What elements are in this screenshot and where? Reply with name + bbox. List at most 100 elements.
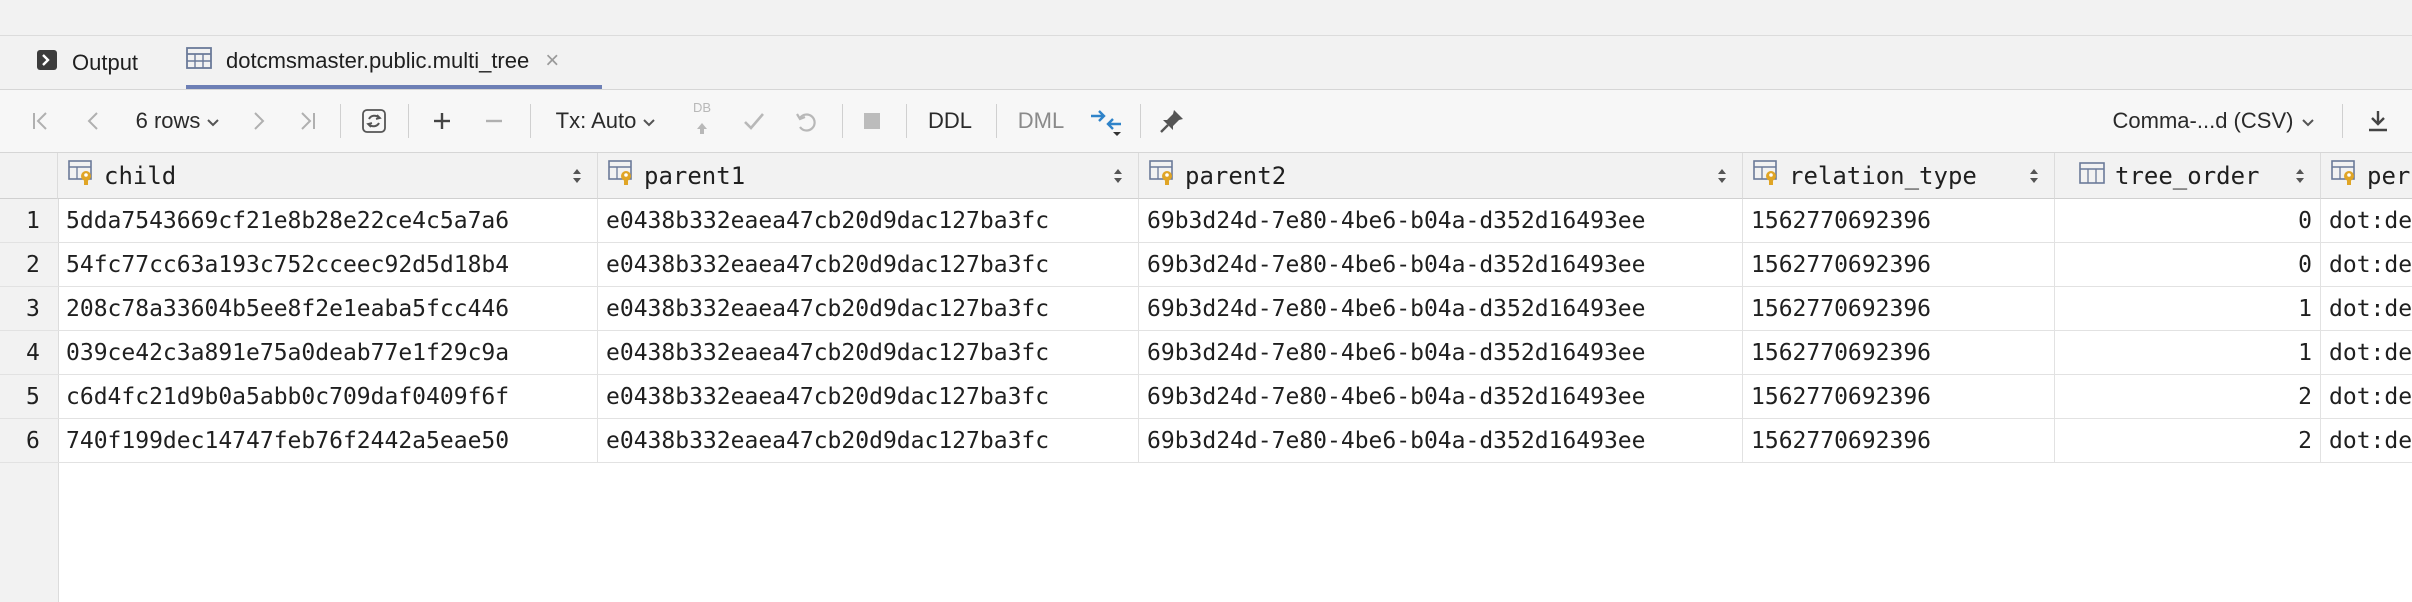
- export-format-dropdown[interactable]: Comma-...d (CSV): [2104, 90, 2324, 152]
- table-cell[interactable]: 2: [2055, 419, 2321, 463]
- foreign-key-column-icon: [608, 160, 638, 191]
- table-cell[interactable]: 69b3d24d-7e80-4be6-b04a-d352d16493ee: [1139, 331, 1743, 375]
- add-row-icon[interactable]: [424, 90, 460, 152]
- row-number[interactable]: 3: [0, 287, 58, 331]
- table-cell[interactable]: dot:de: [2321, 243, 2412, 287]
- table-cell[interactable]: e0438b332eaea47cb20d9dac127ba3fc: [598, 375, 1139, 419]
- table-cell[interactable]: 69b3d24d-7e80-4be6-b04a-d352d16493ee: [1139, 375, 1743, 419]
- transaction-mode-dropdown[interactable]: Tx: Auto: [550, 90, 662, 152]
- table-cell[interactable]: e0438b332eaea47cb20d9dac127ba3fc: [598, 419, 1139, 463]
- table-cell[interactable]: 69b3d24d-7e80-4be6-b04a-d352d16493ee: [1139, 419, 1743, 463]
- table-cell[interactable]: 208c78a33604b5ee8f2e1eaba5fcc446: [58, 287, 598, 331]
- compare-icon[interactable]: [1086, 90, 1126, 152]
- table-cell[interactable]: 0: [2055, 199, 2321, 243]
- divider: [906, 104, 907, 138]
- table-cell[interactable]: e0438b332eaea47cb20d9dac127ba3fc: [598, 243, 1139, 287]
- row-count-label: 6 rows: [135, 108, 201, 133]
- column-header-tree-order[interactable]: tree_order: [2055, 153, 2321, 199]
- table-cell[interactable]: 2: [2055, 375, 2321, 419]
- table-column-icon: [2079, 162, 2105, 189]
- ddl-button[interactable]: DDL: [920, 90, 980, 152]
- next-page-icon[interactable]: [244, 90, 274, 152]
- previous-page-icon[interactable]: [78, 90, 108, 152]
- column-header-label: parent2: [1185, 161, 1287, 190]
- dml-label: DML: [1017, 108, 1065, 133]
- sort-icon[interactable]: [1716, 167, 1728, 190]
- table-cell[interactable]: 1562770692396: [1743, 199, 2055, 243]
- table-cell[interactable]: 69b3d24d-7e80-4be6-b04a-d352d16493ee: [1139, 243, 1743, 287]
- table-cell[interactable]: e0438b332eaea47cb20d9dac127ba3fc: [598, 287, 1139, 331]
- table-cell[interactable]: 1: [2055, 331, 2321, 375]
- row-number[interactable]: 6: [0, 419, 58, 463]
- divider: [842, 104, 843, 138]
- window-top-strip: [0, 0, 2412, 36]
- sort-icon[interactable]: [2028, 167, 2040, 190]
- table-cell[interactable]: 1562770692396: [1743, 375, 2055, 419]
- column-header-label: per: [2367, 161, 2411, 190]
- stop-icon[interactable]: [854, 90, 890, 152]
- sort-icon[interactable]: [1112, 167, 1124, 190]
- divider: [408, 104, 409, 138]
- first-page-icon[interactable]: [26, 90, 56, 152]
- table-cell[interactable]: 1562770692396: [1743, 331, 2055, 375]
- table-cell[interactable]: 039ce42c3a891e75a0deab77e1f29c9a: [58, 331, 598, 375]
- table-cell[interactable]: 54fc77cc63a193c752cceec92d5d18b4: [58, 243, 598, 287]
- table-cell[interactable]: dot:de: [2321, 287, 2412, 331]
- tab-output[interactable]: Output: [36, 36, 138, 89]
- table-cell[interactable]: dot:de: [2321, 419, 2412, 463]
- rollback-icon[interactable]: [788, 90, 824, 152]
- table-cell[interactable]: 1562770692396: [1743, 419, 2055, 463]
- table-cell[interactable]: 5dda7543669cf21e8b28e22ce4c5a7a6: [58, 199, 598, 243]
- table-cell[interactable]: 69b3d24d-7e80-4be6-b04a-d352d16493ee: [1139, 199, 1743, 243]
- tab-label: Output: [72, 49, 139, 75]
- sort-icon[interactable]: [571, 167, 583, 190]
- divider: [996, 104, 997, 138]
- column-header-child[interactable]: child: [58, 153, 598, 199]
- table-cell[interactable]: 1562770692396: [1743, 287, 2055, 331]
- download-icon[interactable]: [2360, 90, 2396, 152]
- dml-button[interactable]: DML: [1010, 90, 1072, 152]
- column-header-label: child: [104, 161, 177, 190]
- column-header-relation-type[interactable]: relation_type: [1743, 153, 2055, 199]
- row-number[interactable]: 5: [0, 375, 58, 419]
- close-icon[interactable]: ×: [545, 48, 559, 73]
- table-cell[interactable]: dot:de: [2321, 375, 2412, 419]
- foreign-key-column-icon: [1149, 160, 1179, 191]
- column-header-per[interactable]: per: [2321, 153, 2412, 199]
- results-toolbar: 6 rows Tx: Auto DB DDL DML Comma-...d (C…: [0, 90, 2412, 153]
- divider: [530, 104, 531, 138]
- refresh-icon[interactable]: [356, 90, 392, 152]
- row-number[interactable]: 4: [0, 331, 58, 375]
- tab-bar: Output dotcmsmaster.public.multi_tree ×: [0, 36, 2412, 90]
- delete-row-icon[interactable]: [476, 90, 512, 152]
- export-format-label: Comma-...d (CSV): [2112, 108, 2294, 133]
- table-cell[interactable]: 69b3d24d-7e80-4be6-b04a-d352d16493ee: [1139, 287, 1743, 331]
- table-cell[interactable]: e0438b332eaea47cb20d9dac127ba3fc: [598, 331, 1139, 375]
- table-cell[interactable]: dot:de: [2321, 331, 2412, 375]
- divider: [340, 104, 341, 138]
- commit-icon[interactable]: [736, 90, 772, 152]
- table-cell[interactable]: dot:de: [2321, 199, 2412, 243]
- row-number[interactable]: 2: [0, 243, 58, 287]
- sort-icon[interactable]: [2294, 167, 2306, 190]
- table-cell[interactable]: e0438b332eaea47cb20d9dac127ba3fc: [598, 199, 1139, 243]
- table-cell[interactable]: 1562770692396: [1743, 243, 2055, 287]
- row-count-dropdown[interactable]: 6 rows: [128, 90, 228, 152]
- foreign-key-column-icon: [68, 160, 98, 191]
- column-header-label: parent1: [644, 161, 746, 190]
- foreign-key-column-icon: [2331, 160, 2361, 191]
- column-header-parent2[interactable]: parent2: [1139, 153, 1743, 199]
- table-cell[interactable]: 740f199dec14747feb76f2442a5eae50: [58, 419, 598, 463]
- table-cell[interactable]: c6d4fc21d9b0a5abb0c709daf0409f6f: [58, 375, 598, 419]
- grid-corner: [0, 153, 58, 199]
- submit-db-button[interactable]: DB: [684, 90, 720, 152]
- column-header-parent1[interactable]: parent1: [598, 153, 1139, 199]
- pin-icon[interactable]: [1152, 90, 1192, 152]
- table-cell[interactable]: 1: [2055, 287, 2321, 331]
- column-header-label: tree_order: [2115, 161, 2260, 190]
- last-page-icon[interactable]: [292, 90, 322, 152]
- row-number[interactable]: 1: [0, 199, 58, 243]
- tab-label: dotcmsmaster.public.multi_tree: [226, 47, 530, 73]
- tab-multi-tree[interactable]: dotcmsmaster.public.multi_tree ×: [186, 36, 602, 89]
- table-cell[interactable]: 0: [2055, 243, 2321, 287]
